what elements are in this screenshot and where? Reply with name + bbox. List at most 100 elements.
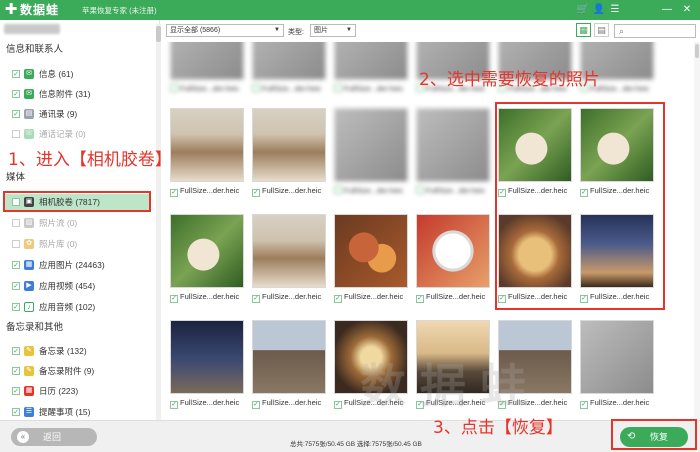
photo-thumbnail[interactable] <box>334 42 408 80</box>
photo-thumbnail-cell[interactable]: FullSize...der.heic <box>416 108 490 210</box>
photo-thumbnail[interactable] <box>252 320 326 394</box>
checkbox[interactable]: ✓ <box>12 387 20 395</box>
checkbox[interactable]: ✓ <box>12 303 20 311</box>
checkbox[interactable]: ✓ <box>12 90 20 98</box>
sidebar-item-messages[interactable]: ✓ ✉ 信息 (61) <box>12 66 152 82</box>
back-button-label: 返回 <box>43 432 62 442</box>
photo-checkbox[interactable] <box>170 84 178 92</box>
sidebar-item-photo-library[interactable]: ✿ 照片库 (0) <box>12 236 152 252</box>
annotation-box-selected-photos <box>495 102 665 310</box>
checkbox[interactable]: ✓ <box>12 282 20 290</box>
sidebar-item-app-audio[interactable]: ✓ ♪ 应用音频 (102) <box>12 299 152 315</box>
photo-thumbnail-cell[interactable]: FullSize...der.heic <box>170 42 244 108</box>
back-button[interactable]: « 返回 <box>11 428 97 446</box>
close-icon[interactable]: ✕ <box>680 3 694 17</box>
photo-thumbnail-cell[interactable]: ✓ FullSize...der.heic <box>252 108 326 210</box>
sidebar-scrollbar-thumb[interactable] <box>156 26 161 42</box>
checkbox[interactable]: ✓ <box>12 347 20 355</box>
photo-thumbnail-cell[interactable]: ✓ FullSize...der.heic <box>580 320 654 420</box>
photo-thumbnail[interactable] <box>416 108 490 182</box>
photo-thumbnail-cell[interactable]: ✓ FullSize...der.heic <box>170 214 244 316</box>
sidebar-item-notes[interactable]: ✓ ✎ 备忘录 (132) <box>12 343 152 359</box>
photo-checkbox[interactable]: ✓ <box>252 189 260 197</box>
checkbox[interactable] <box>12 219 20 227</box>
checkbox[interactable] <box>12 130 20 138</box>
photo-checkbox[interactable]: ✓ <box>252 295 260 303</box>
checkbox[interactable]: ✓ <box>12 367 20 375</box>
photo-checkbox[interactable]: ✓ <box>170 189 178 197</box>
checkbox[interactable]: ✓ <box>12 261 20 269</box>
photo-thumbnail-cell[interactable]: FullSize...der.heic <box>334 42 408 108</box>
sidebar-item-calendar[interactable]: ✓ ▦ 日历 (223) <box>12 383 152 399</box>
photo-thumbnail[interactable] <box>580 320 654 394</box>
photo-thumbnail-cell[interactable]: ✓ FullSize...der.heic <box>252 320 326 420</box>
photo-thumbnail[interactable] <box>252 214 326 288</box>
photo-checkbox[interactable] <box>334 84 342 92</box>
photo-thumbnail-cell[interactable]: ✓ FullSize...der.heic <box>170 320 244 420</box>
checkbox[interactable]: ✓ <box>12 110 20 118</box>
photo-filename: FullSize...der.heic <box>344 84 404 93</box>
reminders-icon: ☰ <box>24 407 34 417</box>
photo-caption: FullSize...der.heic <box>252 83 326 95</box>
photo-filename: FullSize...der.heic <box>590 398 650 407</box>
photo-checkbox[interactable] <box>416 186 424 194</box>
photo-checkbox[interactable]: ✓ <box>170 401 178 409</box>
user-icon[interactable]: 👤 <box>592 3 606 17</box>
photo-thumbnail-cell[interactable]: ✓ FullSize...der.heic <box>252 214 326 316</box>
sidebar-item-photo-stream[interactable]: ▨ 照片流 (0) <box>12 215 152 231</box>
section-messages-contacts: 信息和联系人 <box>6 44 64 55</box>
photo-thumbnail[interactable] <box>252 108 326 182</box>
photo-thumbnail-cell[interactable]: ✓ FullSize...der.heic <box>170 108 244 210</box>
photo-thumbnail[interactable] <box>170 214 244 288</box>
photo-thumbnail[interactable] <box>252 42 326 80</box>
type-filter-select[interactable]: 图片 ▼ <box>310 24 356 37</box>
photo-checkbox[interactable]: ✓ <box>334 295 342 303</box>
checkbox[interactable]: ✓ <box>12 70 20 78</box>
photo-thumbnail-cell[interactable]: ✓ FullSize...der.heic <box>334 214 408 316</box>
photo-filename: FullSize...der.heic <box>426 186 486 195</box>
photo-filename: FullSize...der.heic <box>262 186 322 195</box>
photo-thumbnail[interactable] <box>334 214 408 288</box>
photo-caption: ✓ FullSize...der.heic <box>252 397 326 409</box>
sidebar-scrollbar[interactable] <box>156 24 161 420</box>
cart-icon[interactable]: 🛒 <box>576 3 590 17</box>
photo-thumbnail-cell[interactable]: FullSize...der.heic <box>252 42 326 108</box>
minimize-icon[interactable]: — <box>660 3 674 17</box>
list-view-icon[interactable]: ▤ <box>594 23 609 37</box>
show-filter-select[interactable]: 显示全部 (5866) ▼ <box>166 24 284 37</box>
annotation-step3: 3、点击【恢复】 <box>433 418 563 438</box>
sidebar-item-app-videos[interactable]: ✓ ▶ 应用视频 (454) <box>12 278 152 294</box>
photo-thumbnail[interactable] <box>170 42 244 80</box>
photo-filename: FullSize...der.heic <box>262 84 322 93</box>
checkbox[interactable]: ✓ <box>12 408 20 416</box>
photo-checkbox[interactable] <box>334 186 342 194</box>
call-log-icon: ☏ <box>24 129 34 139</box>
photo-thumbnail-cell[interactable]: ✓ FullSize...der.heic <box>416 214 490 316</box>
chevron-down-icon: ▼ <box>274 27 280 33</box>
sidebar-item-call-log[interactable]: ☏ 通话记录 (0) <box>12 126 152 142</box>
photo-thumbnail-cell[interactable]: FullSize...der.heic <box>334 108 408 210</box>
grid-scrollbar-thumb[interactable] <box>695 44 699 58</box>
grid-view-icon[interactable]: ▦ <box>576 23 591 37</box>
photo-checkbox[interactable]: ✓ <box>334 401 342 409</box>
photo-thumbnail[interactable] <box>416 214 490 288</box>
sidebar-item-reminders[interactable]: ✓ ☰ 提醒事项 (15) <box>12 404 152 420</box>
menu-icon[interactable]: ☰ <box>608 3 622 17</box>
photo-thumbnail[interactable] <box>334 108 408 182</box>
photo-checkbox[interactable]: ✓ <box>416 295 424 303</box>
sidebar-item-app-photos[interactable]: ✓ ▦ 应用图片 (24463) <box>12 257 152 273</box>
photo-checkbox[interactable]: ✓ <box>252 401 260 409</box>
photo-thumbnail[interactable] <box>170 108 244 182</box>
search-input[interactable]: ⌕ <box>614 24 696 38</box>
photo-checkbox[interactable]: ✓ <box>580 401 588 409</box>
sidebar-item-message-attachments[interactable]: ✓ ✉ 信息附件 (31) <box>12 86 152 102</box>
sidebar-item-contacts[interactable]: ✓ ▤ 通讯录 (9) <box>12 106 152 122</box>
grid-scrollbar[interactable] <box>694 42 700 420</box>
photo-thumbnail[interactable] <box>170 320 244 394</box>
sidebar-item-notes-attachments[interactable]: ✓ ✎ 备忘录附件 (9) <box>12 363 152 379</box>
checkbox[interactable] <box>12 240 20 248</box>
photo-filename: FullSize...der.heic <box>180 398 240 407</box>
photo-checkbox[interactable]: ✓ <box>170 295 178 303</box>
message-icon: ✉ <box>24 69 34 79</box>
photo-checkbox[interactable] <box>252 84 260 92</box>
